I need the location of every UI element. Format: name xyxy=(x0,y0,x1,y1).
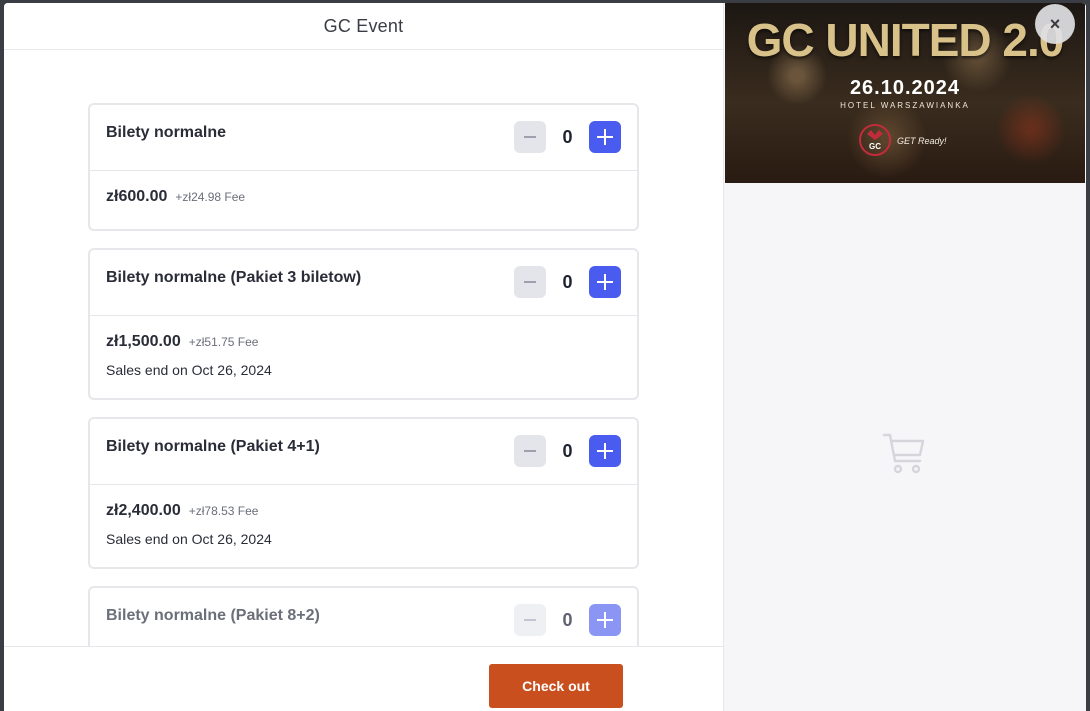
decrease-quantity-button[interactable] xyxy=(514,266,546,298)
modal-title: GC Event xyxy=(323,15,404,36)
ticket-header: Bilety normalne (Pakiet 3 biletow) 0 xyxy=(90,250,637,316)
price-row: zł2,400.00 +zł78.53 Fee xyxy=(106,502,621,520)
sales-end-text: Sales end on Oct 26, 2024 xyxy=(106,531,272,547)
quantity-value: 0 xyxy=(562,271,573,292)
quantity-stepper: 0 xyxy=(514,435,621,467)
increase-quantity-button[interactable] xyxy=(589,121,621,153)
ticket-header: Bilety normalne (Pakiet 8+2) 0 xyxy=(90,588,637,646)
decrease-quantity-button[interactable] xyxy=(514,604,546,636)
checkout-button[interactable]: Check out xyxy=(489,664,623,708)
ticket-body: zł2,400.00 +zł78.53 Fee Sales end on Oct… xyxy=(90,485,637,547)
ticket-card: Bilety normalne (Pakiet 4+1) 0 zł2,400.0… xyxy=(88,417,639,569)
ticket-card: Bilety normalne (Pakiet 8+2) 0 xyxy=(88,586,639,646)
gc-logo-icon: GC xyxy=(859,124,891,156)
ticket-fee: +zł51.75 Fee xyxy=(188,335,259,349)
ticket-card: Bilety normalne 0 zł600.00 +zł24.98 Fee xyxy=(88,103,639,231)
modal-header: GC Event xyxy=(4,3,723,50)
increase-quantity-button[interactable] xyxy=(589,266,621,298)
ticket-body: zł600.00 +zł24.98 Fee xyxy=(90,171,637,206)
event-modal: GC Event Bilety normalne 0 zł600.00 +zł2… xyxy=(4,3,1086,711)
ticket-price: zł2,400.00 xyxy=(106,502,181,519)
ticket-name: Bilety normalne (Pakiet 8+2) xyxy=(106,607,320,624)
ticket-name: Bilety normalne (Pakiet 3 biletow) xyxy=(106,269,362,286)
ticket-header: Bilety normalne 0 xyxy=(90,105,637,171)
ticket-name: Bilety normalne (Pakiet 4+1) xyxy=(106,438,320,455)
close-button[interactable]: × xyxy=(1035,4,1075,44)
quantity-value: 0 xyxy=(562,440,573,461)
banner-slogan: GET Ready! xyxy=(897,136,947,146)
sales-end-text: Sales end on Oct 26, 2024 xyxy=(106,362,272,378)
close-icon: × xyxy=(1049,13,1061,34)
quantity-stepper: 0 xyxy=(514,266,621,298)
decrease-quantity-button[interactable] xyxy=(514,435,546,467)
quantity-stepper: 0 xyxy=(514,121,621,153)
banner-title: GC UNITED 2.0 xyxy=(746,14,1065,66)
banner-venue: HOTEL WARSZAWIANKA xyxy=(840,101,970,110)
ticket-card: Bilety normalne (Pakiet 3 biletow) 0 zł1… xyxy=(88,248,639,400)
increase-quantity-button[interactable] xyxy=(589,435,621,467)
ticket-fee: +zł24.98 Fee xyxy=(175,190,246,204)
ticket-header: Bilety normalne (Pakiet 4+1) 0 xyxy=(90,419,637,485)
banner-logo-text: GC xyxy=(869,142,881,151)
price-row: zł1,500.00 +zł51.75 Fee xyxy=(106,333,621,351)
quantity-value: 0 xyxy=(562,126,573,147)
ticket-list[interactable]: Bilety normalne 0 zł600.00 +zł24.98 Fee xyxy=(88,103,639,646)
modal-footer: Check out xyxy=(4,646,723,711)
ticket-body: zł1,500.00 +zł51.75 Fee Sales end on Oct… xyxy=(90,316,637,378)
event-banner-image: GC UNITED 2.0 26.10.2024 HOTEL WARSZAWIA… xyxy=(725,3,1085,183)
quantity-value: 0 xyxy=(562,609,573,630)
increase-quantity-button[interactable] xyxy=(589,604,621,636)
ticket-panel: GC Event Bilety normalne 0 zł600.00 +zł2… xyxy=(4,3,723,711)
decrease-quantity-button[interactable] xyxy=(514,121,546,153)
ticket-price: zł1,500.00 xyxy=(106,333,181,350)
banner-date: 26.10.2024 xyxy=(849,77,961,99)
price-row: zł600.00 +zł24.98 Fee xyxy=(106,188,621,206)
order-summary-panel: GC UNITED 2.0 26.10.2024 HOTEL WARSZAWIA… xyxy=(723,3,1086,711)
ticket-fee: +zł78.53 Fee xyxy=(188,504,259,518)
cart-icon xyxy=(882,431,926,480)
ticket-name: Bilety normalne xyxy=(106,124,227,141)
quantity-stepper: 0 xyxy=(514,604,621,636)
ticket-price: zł600.00 xyxy=(106,188,168,205)
